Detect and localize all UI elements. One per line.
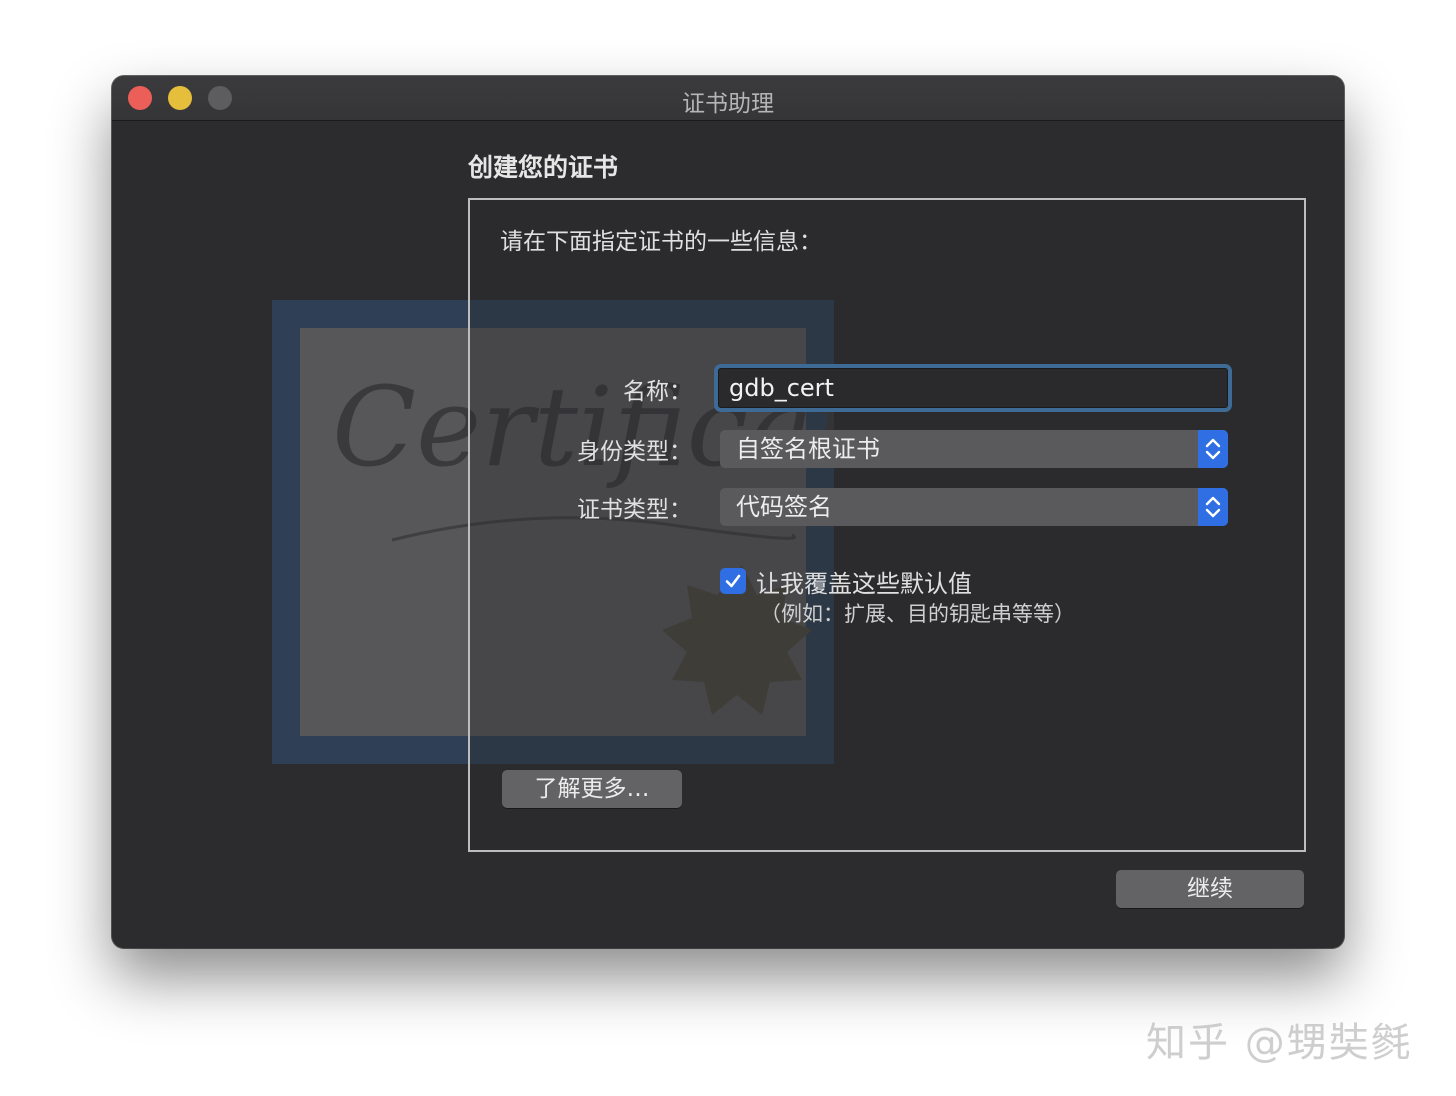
cert-type-label: 证书类型： <box>577 497 692 523</box>
chevron-updown-icon <box>1205 496 1221 518</box>
cert-type-select[interactable]: 代码签名 <box>720 488 1228 526</box>
cert-type-stepper[interactable] <box>1198 488 1228 526</box>
name-input[interactable] <box>718 368 1228 408</box>
title-bar[interactable]: 证书助理 <box>112 76 1344 121</box>
override-defaults-label[interactable]: 让我覆盖这些默认值 <box>756 564 972 599</box>
identity-type-label: 身份类型： <box>577 439 692 465</box>
override-defaults-checkbox[interactable] <box>720 568 746 594</box>
watermark-text: 知乎 @甥奘毿 <box>1146 1020 1413 1066</box>
certificate-info-panel: 请在下面指定证书的一些信息： 名称： 身份类型： 自签名根证书 证书类型： 代码… <box>468 198 1306 852</box>
learn-more-button[interactable]: 了解更多… <box>502 770 682 808</box>
name-label: 名称： <box>623 379 692 405</box>
certificate-assistant-window: 证书助理 Certificate 创建您的证书 请在下面指定证书的一些信息： 名… <box>112 76 1344 948</box>
intro-text: 请在下面指定证书的一些信息： <box>500 229 822 255</box>
override-defaults-hint: （例如：扩展、目的钥匙串等等） <box>760 602 1075 626</box>
identity-type-stepper[interactable] <box>1198 430 1228 468</box>
checkmark-icon <box>725 574 741 588</box>
identity-type-select[interactable]: 自签名根证书 <box>720 430 1228 468</box>
window-title: 证书助理 <box>682 91 774 117</box>
chevron-updown-icon <box>1205 438 1221 460</box>
cert-type-value: 代码签名 <box>736 493 832 521</box>
identity-type-value: 自签名根证书 <box>736 435 880 463</box>
continue-button[interactable]: 继续 <box>1116 870 1304 908</box>
page-title: 创建您的证书 <box>468 153 619 182</box>
